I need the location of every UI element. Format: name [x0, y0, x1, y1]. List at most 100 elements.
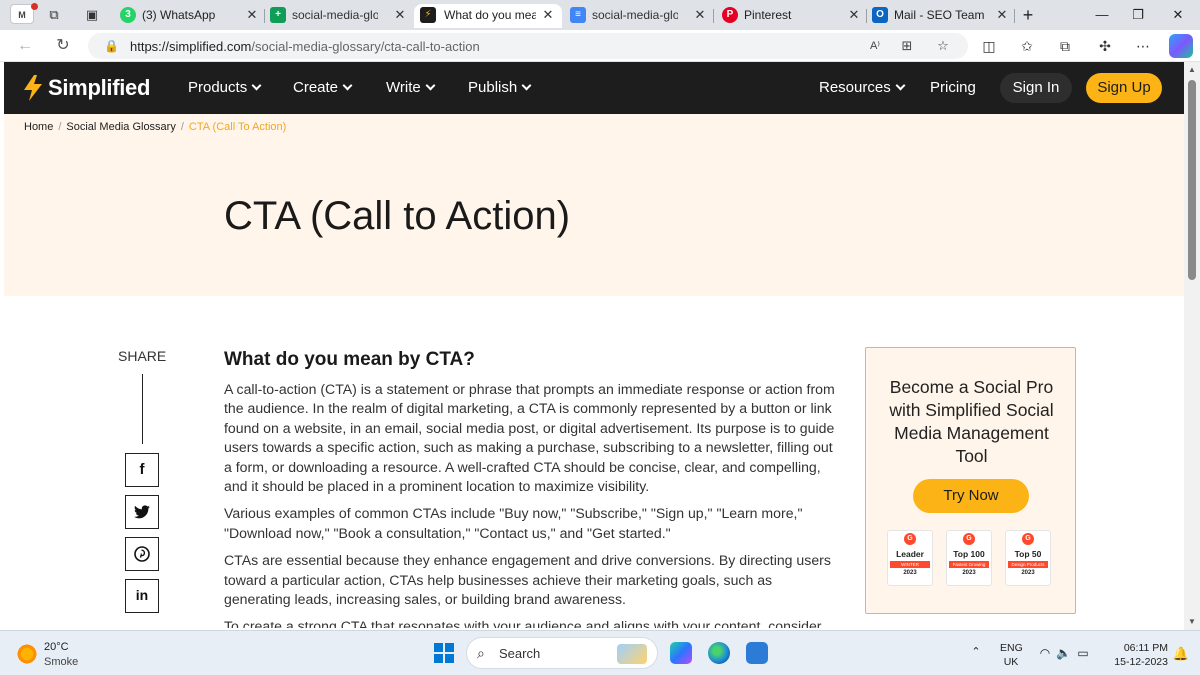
tab-glossary-sheet[interactable]: + social-media-glossa ✕ [270, 4, 408, 28]
breadcrumb-home[interactable]: Home [24, 121, 53, 133]
whatsapp-icon: 3 [120, 7, 136, 23]
window-close-icon[interactable]: ✕ [1168, 6, 1188, 24]
tab-outlook[interactable]: O Mail - SEO Team 12 ✕ [872, 4, 1010, 28]
nav-products[interactable]: Products [188, 79, 262, 96]
share-label: SHARE [118, 348, 167, 364]
page-scrollbar[interactable]: ▲ ▼ [1184, 62, 1200, 630]
favorites-icon[interactable]: ✩ [1018, 37, 1036, 55]
tab-pinterest[interactable]: P Pinterest ✕ [722, 4, 862, 28]
promo-card: Become a Social Pro with Simplified Soci… [865, 347, 1076, 614]
scroll-thumb[interactable] [1188, 80, 1196, 280]
nav-label: Pricing [930, 79, 976, 96]
extensions-icon[interactable]: ✣ [1096, 37, 1114, 55]
nav-resources[interactable]: Resources [819, 79, 906, 96]
profile-avatar[interactable]: M [10, 3, 38, 24]
keyboard-layout: UK [1003, 656, 1019, 668]
hero-banner: Home / Social Media Glossary / CTA (Call To … [4, 114, 1184, 296]
close-icon[interactable]: ✕ [392, 7, 408, 23]
g2-badge-leader: G Leader WINTER 2023 [887, 530, 933, 586]
weather-icon[interactable] [16, 643, 38, 665]
more-menu-icon[interactable]: ⋯ [1134, 37, 1152, 55]
tab-whatsapp[interactable]: 3 (3) WhatsApp ✕ [120, 4, 260, 28]
g2-logo-icon: G [963, 533, 975, 545]
nav-create[interactable]: Create [293, 79, 353, 96]
copilot-icon[interactable] [1169, 34, 1193, 58]
system-clock[interactable]: 06:11 PM 15-12-2023 [1100, 641, 1168, 669]
tab-title: (3) WhatsApp [142, 8, 216, 22]
badge-ribbon: WINTER [890, 561, 930, 568]
close-icon[interactable]: ✕ [846, 7, 862, 23]
url-text[interactable]: https://simplified.com/social-media-glos… [130, 39, 480, 54]
lock-icon: 🔒 [104, 39, 119, 53]
refresh-icon[interactable]: ↻ [54, 37, 72, 55]
tab-glossary-doc[interactable]: ≡ social-media-glossa ✕ [570, 4, 708, 28]
taskbar-search[interactable]: ⌕ Search [466, 637, 658, 669]
split-screen-icon[interactable]: ◫ [980, 37, 998, 55]
nav-pricing[interactable]: Pricing [930, 79, 976, 96]
twitter-share-button[interactable] [125, 495, 159, 529]
close-icon[interactable]: ✕ [540, 7, 556, 23]
nav-write[interactable]: Write [386, 79, 436, 96]
new-tab-icon[interactable]: + [1018, 6, 1038, 24]
scroll-up-icon[interactable]: ▲ [1184, 64, 1200, 76]
address-bar[interactable]: 🔒 https://simplified.com/social-media-gl… [88, 33, 968, 59]
copilot-preview-app-icon[interactable] [670, 642, 692, 664]
article-paragraph: A call-to-action (CTA) is a statement or… [224, 381, 835, 495]
twitter-icon [134, 505, 150, 519]
logo-text: Simplified [48, 75, 151, 100]
close-icon[interactable]: ✕ [994, 7, 1010, 23]
sign-up-button[interactable]: Sign Up [1086, 73, 1162, 103]
restore-icon[interactable]: ❐ [1128, 6, 1148, 24]
weather-temperature[interactable]: 20°C [44, 641, 69, 653]
close-icon[interactable]: ✕ [244, 7, 260, 23]
nav-label: Products [188, 79, 248, 96]
back-icon[interactable]: ← [16, 37, 34, 55]
nav-label: Publish [468, 79, 518, 96]
site-logo[interactable]: Simplified [22, 74, 150, 102]
chevron-down-icon [895, 80, 906, 91]
g2-logo-icon: G [904, 533, 916, 545]
search-placeholder: Search [499, 646, 541, 661]
notepad-app-icon[interactable] [746, 642, 768, 664]
linkedin-share-button[interactable]: in [125, 579, 159, 613]
google-sheets-icon: + [270, 7, 286, 23]
battery-icon[interactable]: ▭ [1076, 646, 1090, 660]
tab-active-simplified[interactable]: ⚡ What do you mean ✕ [414, 4, 562, 28]
edge-browser-icon[interactable] [708, 642, 730, 664]
clock-time: 06:11 PM [1123, 642, 1168, 654]
article-paragraph: To create a strong CTA that resonates wi… [224, 618, 822, 628]
share-divider [142, 374, 143, 444]
badge-ribbon: Design Products [1008, 561, 1048, 568]
screen: M ⧉ ▣ 3 (3) WhatsApp ✕ + social-media-gl… [0, 0, 1200, 675]
search-highlight-icon [617, 644, 647, 664]
show-hidden-icons-icon[interactable]: ⌃ [970, 646, 982, 658]
notification-bell-icon[interactable]: 🔔 [1172, 645, 1190, 663]
wifi-icon[interactable]: ◠ [1038, 646, 1052, 660]
read-aloud-icon[interactable]: A⁾ [866, 38, 884, 54]
workspaces-icon[interactable]: ⧉ [46, 7, 62, 23]
minimize-icon[interactable]: — [1092, 6, 1112, 24]
nav-label: Resources [819, 79, 891, 96]
chevron-down-icon [251, 80, 262, 91]
start-button[interactable] [434, 643, 454, 663]
url-path: /social-media-glossary/cta-call-to-actio… [251, 39, 480, 54]
volume-icon[interactable]: 🔈 [1056, 646, 1071, 660]
sign-in-button[interactable]: Sign In [1000, 73, 1072, 103]
nav-publish[interactable]: Publish [468, 79, 532, 96]
collections-icon[interactable]: ⧉ [1056, 37, 1074, 55]
language-indicator[interactable]: ENG UK [1000, 641, 1023, 669]
scroll-down-icon[interactable]: ▼ [1184, 616, 1200, 628]
close-icon[interactable]: ✕ [692, 7, 708, 23]
pinterest-share-button[interactable] [125, 537, 159, 571]
tab-actions-icon[interactable]: ▣ [84, 7, 100, 23]
weather-description[interactable]: Smoke [44, 656, 78, 668]
breadcrumb-separator: / [180, 121, 184, 133]
favorite-star-icon[interactable]: ☆ [934, 38, 952, 54]
tab-separator [264, 9, 265, 23]
facebook-share-button[interactable]: f [125, 453, 159, 487]
try-now-button[interactable]: Try Now [913, 479, 1029, 513]
badge-year: 2023 [962, 570, 976, 576]
breadcrumb-section[interactable]: Social Media Glossary [66, 121, 175, 133]
article-body: What do you mean by CTA? A call-to-actio… [224, 346, 836, 628]
app-available-icon[interactable]: ⊞ [898, 38, 916, 54]
